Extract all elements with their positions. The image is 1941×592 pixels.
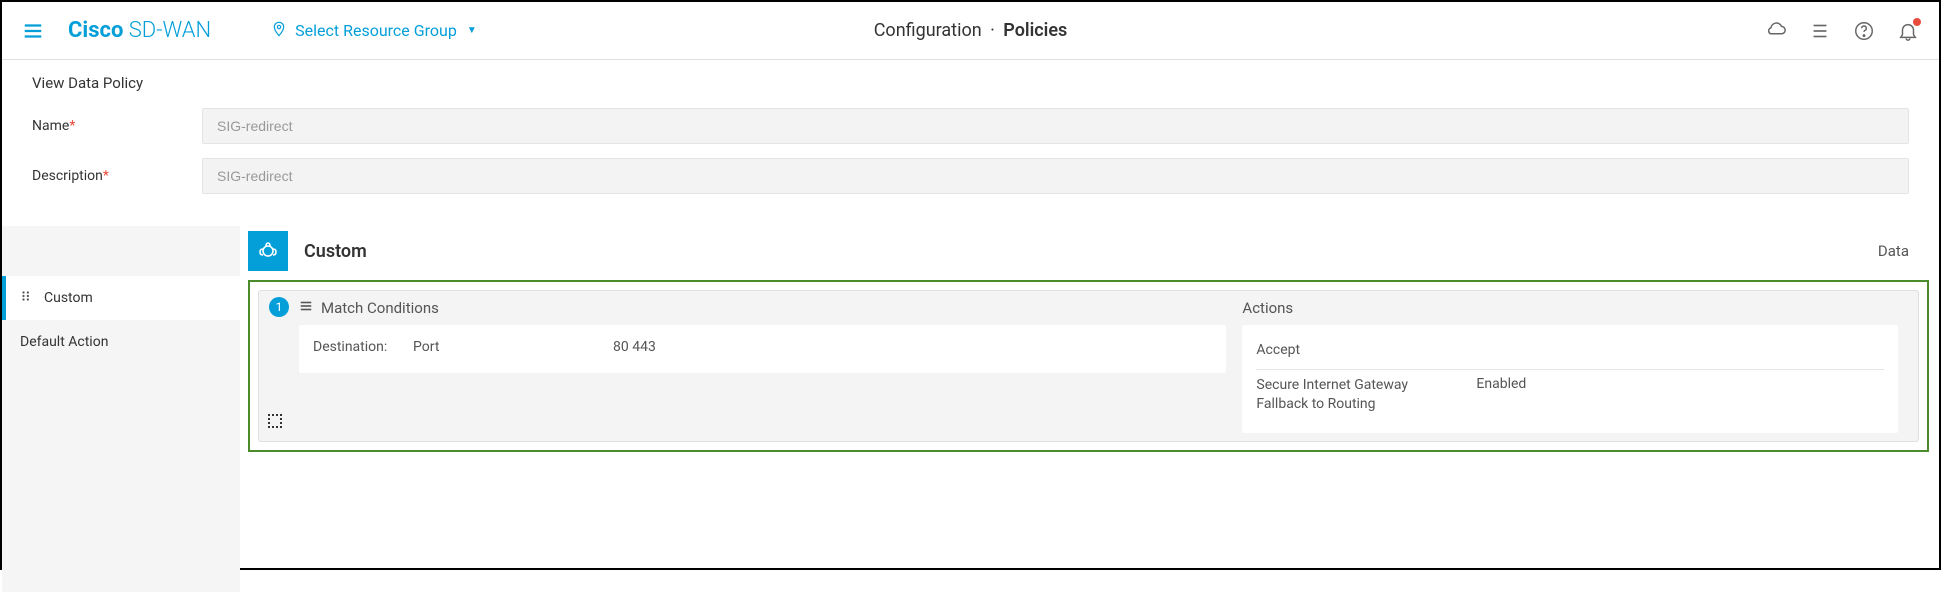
match-value: 80 443: [613, 339, 1212, 355]
actions-column: Actions Accept Secure Internet Gateway F…: [1226, 299, 1898, 433]
brand-light: SD-WAN: [123, 18, 211, 43]
list-small-icon: [299, 299, 313, 317]
match-label: Destination:: [313, 339, 413, 355]
sidebar-item-label: Custom: [44, 290, 93, 306]
brand-bold: Cisco: [68, 18, 123, 43]
description-label: Description*: [32, 168, 202, 184]
section-title: Custom: [304, 241, 367, 262]
notifications-icon[interactable]: [1897, 20, 1919, 42]
help-icon[interactable]: [1853, 20, 1875, 42]
list-icon[interactable]: [1809, 20, 1831, 42]
breadcrumb-section: Configuration: [874, 20, 982, 41]
required-asterisk: *: [69, 118, 75, 134]
main-area: Custom Default Action Custom Data 1: [2, 226, 1939, 592]
sidebar: Custom Default Action: [2, 226, 240, 592]
action-row: Accept: [1256, 335, 1884, 370]
actions-heading: Actions: [1242, 299, 1898, 317]
top-header: Cisco SD-WAN Select Resource Group ▼ Con…: [2, 2, 1939, 60]
rule-body: Match Conditions Destination: Port 80 44…: [299, 291, 1918, 441]
match-sublabel: Port: [413, 339, 613, 355]
action-key: Accept: [1256, 341, 1476, 361]
description-input[interactable]: [202, 158, 1909, 194]
resource-group-label: Select Resource Group: [295, 21, 457, 40]
content-area: Custom Data 1: [240, 226, 1939, 592]
name-input[interactable]: [202, 108, 1909, 144]
section-header: Custom Data: [248, 226, 1929, 276]
actions-panel: Accept Secure Internet Gateway Fallback …: [1242, 325, 1898, 433]
sidebar-item-label: Default Action: [20, 334, 108, 350]
form-row-description: Description*: [32, 158, 1909, 194]
notification-dot: [1913, 18, 1921, 26]
action-value: [1476, 341, 1884, 361]
breadcrumb-page: Policies: [1003, 20, 1067, 41]
section-brain-icon: [248, 231, 288, 271]
menu-hamburger-icon[interactable]: [22, 23, 44, 39]
form-row-name: Name*: [32, 108, 1909, 144]
breadcrumb-separator: ·: [990, 20, 995, 41]
action-key: Secure Internet Gateway Fallback to Rout…: [1256, 376, 1476, 415]
drag-handle-icon: [20, 289, 44, 307]
highlight-box: 1 Match Conditions: [248, 280, 1929, 452]
brand-logo: Cisco SD-WAN: [68, 18, 211, 43]
action-row: Secure Internet Gateway Fallback to Rout…: [1256, 370, 1884, 423]
header-icons: [1765, 20, 1919, 42]
match-column: Match Conditions Destination: Port 80 44…: [299, 299, 1226, 433]
drag-expand-icon[interactable]: [267, 413, 285, 435]
breadcrumb: Configuration · Policies: [874, 20, 1068, 41]
resource-group-selector[interactable]: Select Resource Group ▼: [271, 19, 477, 43]
page-subtitle: View Data Policy: [2, 60, 1939, 100]
caret-down-icon: ▼: [467, 25, 477, 36]
sidebar-spacer: [2, 226, 240, 276]
section-right-label: Data: [1878, 242, 1929, 260]
sidebar-item-custom[interactable]: Custom: [2, 276, 240, 320]
match-panel: Destination: Port 80 443: [299, 325, 1226, 373]
cloud-icon[interactable]: [1765, 20, 1787, 42]
match-heading: Match Conditions: [299, 299, 1226, 317]
required-asterisk: *: [103, 168, 109, 184]
action-value: Enabled: [1476, 376, 1884, 415]
location-pin-icon: [271, 19, 287, 43]
match-row: Destination: Port 80 443: [313, 335, 1212, 363]
form-area: Name* Description*: [2, 100, 1939, 226]
rule-card[interactable]: 1 Match Conditions: [258, 290, 1919, 442]
rule-index-badge: 1: [269, 297, 289, 317]
name-label: Name*: [32, 118, 202, 134]
sidebar-item-default-action[interactable]: Default Action: [2, 320, 240, 364]
